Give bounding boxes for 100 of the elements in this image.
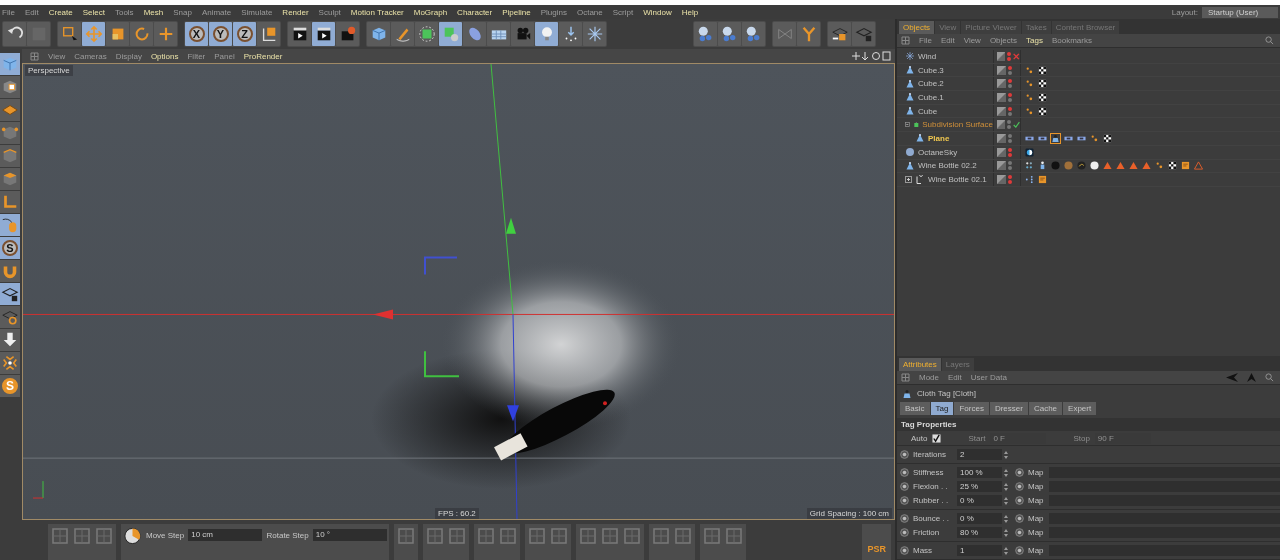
tool-button[interactable] xyxy=(312,22,335,46)
spinner-icon[interactable] xyxy=(1004,546,1008,555)
tool-icon[interactable] xyxy=(651,526,671,546)
object-name[interactable]: Wine Bottle 02.2 xyxy=(918,161,977,171)
check-icon[interactable] xyxy=(1012,120,1020,129)
animation-dot-icon[interactable] xyxy=(1015,546,1024,555)
tool-icon[interactable] xyxy=(498,526,518,546)
tool-icon[interactable] xyxy=(527,526,547,546)
attribute-tab[interactable]: Cache xyxy=(1028,402,1063,415)
triangle-tag-icon[interactable] xyxy=(1128,160,1139,172)
menu-item[interactable]: Render xyxy=(282,7,309,17)
visibility-icon[interactable] xyxy=(1008,133,1012,143)
texture-tag-icon[interactable] xyxy=(1037,105,1048,117)
menu-item[interactable]: Panel xyxy=(214,51,235,61)
menu-item[interactable]: Pipeline xyxy=(502,7,531,17)
panel-tab[interactable]: Objects xyxy=(899,21,935,34)
triangle-tag-icon[interactable] xyxy=(1141,160,1152,172)
animation-dot-icon[interactable] xyxy=(1015,496,1024,505)
menu-item[interactable]: ProRender xyxy=(243,51,283,61)
object-name[interactable]: Cube.3 xyxy=(918,65,944,75)
menu-item[interactable]: Window xyxy=(643,7,672,17)
animation-dot-icon[interactable] xyxy=(900,468,909,477)
back-arrow-icon[interactable] xyxy=(1226,373,1238,382)
tool-icon[interactable] xyxy=(622,526,642,546)
grid-menu-icon[interactable] xyxy=(901,373,910,382)
parameter-field[interactable]: 25 % xyxy=(957,481,1002,492)
menu-item[interactable]: Edit xyxy=(24,7,39,17)
parameter-field[interactable]: 2 xyxy=(957,449,1002,460)
menu-item[interactable]: Simulate xyxy=(241,7,273,17)
up-arrow-icon[interactable] xyxy=(1247,373,1256,382)
menu-item[interactable]: Snap xyxy=(173,7,192,17)
menu-item[interactable]: Mode xyxy=(919,373,939,382)
spinner-icon[interactable] xyxy=(1004,514,1008,523)
menu-item[interactable]: Create xyxy=(48,7,73,17)
search-icon[interactable] xyxy=(1265,373,1274,382)
parameter-field[interactable]: 1 xyxy=(957,545,1002,556)
texture-tag-icon[interactable] xyxy=(1037,91,1048,103)
parameter-field[interactable]: 0 % xyxy=(957,513,1002,524)
attribute-tab[interactable]: Dresser xyxy=(989,402,1028,415)
menu-item[interactable]: Filter xyxy=(187,51,206,61)
warning-tag-icon[interactable] xyxy=(1193,160,1204,172)
tool-icon[interactable] xyxy=(702,526,722,546)
menu-item[interactable]: Cameras xyxy=(74,51,107,61)
search-icon[interactable] xyxy=(1265,36,1274,45)
menu-item[interactable]: View xyxy=(48,51,66,61)
menu-item[interactable]: Tools xyxy=(114,7,134,17)
triangle-tag-icon[interactable] xyxy=(1115,160,1126,172)
tool-icon[interactable] xyxy=(72,526,92,546)
tool-icon[interactable] xyxy=(425,526,445,546)
grid-menu-icon[interactable] xyxy=(30,51,39,61)
hierarchy-tag-icon[interactable] xyxy=(1024,174,1035,186)
tool-icon[interactable] xyxy=(447,526,467,546)
visibility-icon[interactable] xyxy=(1006,120,1011,130)
visibility-icon[interactable] xyxy=(1007,51,1012,61)
menu-item[interactable]: Bookmarks xyxy=(1051,36,1092,45)
tool-icon[interactable] xyxy=(724,526,744,546)
animation-dot-icon[interactable] xyxy=(1015,514,1024,523)
auto-checkbox[interactable] xyxy=(932,433,942,443)
object-name[interactable]: Plane xyxy=(928,133,950,143)
tool-icon[interactable] xyxy=(396,526,416,546)
attribute-tab[interactable]: Expert xyxy=(1063,402,1097,415)
object-name[interactable]: Cube.2 xyxy=(918,79,944,89)
menu-item[interactable]: Help xyxy=(681,7,699,17)
parameter-field[interactable]: 100 % xyxy=(957,467,1002,478)
axis-button[interactable]: Y xyxy=(209,22,232,46)
visibility-icon[interactable] xyxy=(1008,79,1012,89)
tool-icon[interactable] xyxy=(50,526,70,546)
step-field[interactable]: 10 ° xyxy=(312,529,387,541)
menu-item[interactable]: Script xyxy=(612,7,634,17)
visibility-icon[interactable] xyxy=(1008,147,1012,157)
visibility-icon[interactable] xyxy=(1008,92,1012,102)
panel-tab[interactable]: Attributes xyxy=(899,358,941,371)
animation-dot-icon[interactable] xyxy=(900,482,909,491)
spinner-icon[interactable] xyxy=(1004,450,1008,459)
note-tag-icon[interactable] xyxy=(1180,160,1191,172)
object-name[interactable]: Subdivision Surface xyxy=(922,120,993,130)
step-field[interactable]: 10 cm xyxy=(188,529,263,541)
animation-dot-icon[interactable] xyxy=(900,496,909,505)
sky-tag-tag-icon[interactable] xyxy=(1024,146,1035,158)
material-ball-tag-icon[interactable] xyxy=(1089,160,1100,172)
object-name[interactable]: Cube xyxy=(918,106,938,116)
cloth-tag-icon[interactable] xyxy=(1050,132,1061,144)
menu-item[interactable]: Tags xyxy=(1026,36,1043,45)
tool-icon[interactable] xyxy=(549,526,569,546)
animation-dot-icon[interactable] xyxy=(900,450,909,459)
menu-item[interactable]: MoGraph xyxy=(413,7,448,17)
menu-item[interactable]: Mesh xyxy=(143,7,164,17)
layout-dropdown[interactable]: Startup (User) xyxy=(1202,6,1278,18)
menu-item[interactable]: Edit xyxy=(948,373,962,382)
spinner-icon[interactable] xyxy=(1004,496,1008,505)
object-name[interactable]: OctaneSky xyxy=(918,147,958,157)
expand-icon[interactable] xyxy=(905,176,912,184)
menu-item[interactable]: Display xyxy=(115,51,142,61)
spinner-icon[interactable] xyxy=(1004,528,1008,537)
texture-tag-icon[interactable] xyxy=(1102,132,1113,144)
object-name[interactable]: Cube.1 xyxy=(918,92,944,102)
tool-icon[interactable] xyxy=(673,526,693,546)
texture-tag-icon[interactable] xyxy=(1037,64,1048,76)
spinner-icon[interactable] xyxy=(1004,482,1008,491)
tool-button[interactable] xyxy=(0,76,20,98)
